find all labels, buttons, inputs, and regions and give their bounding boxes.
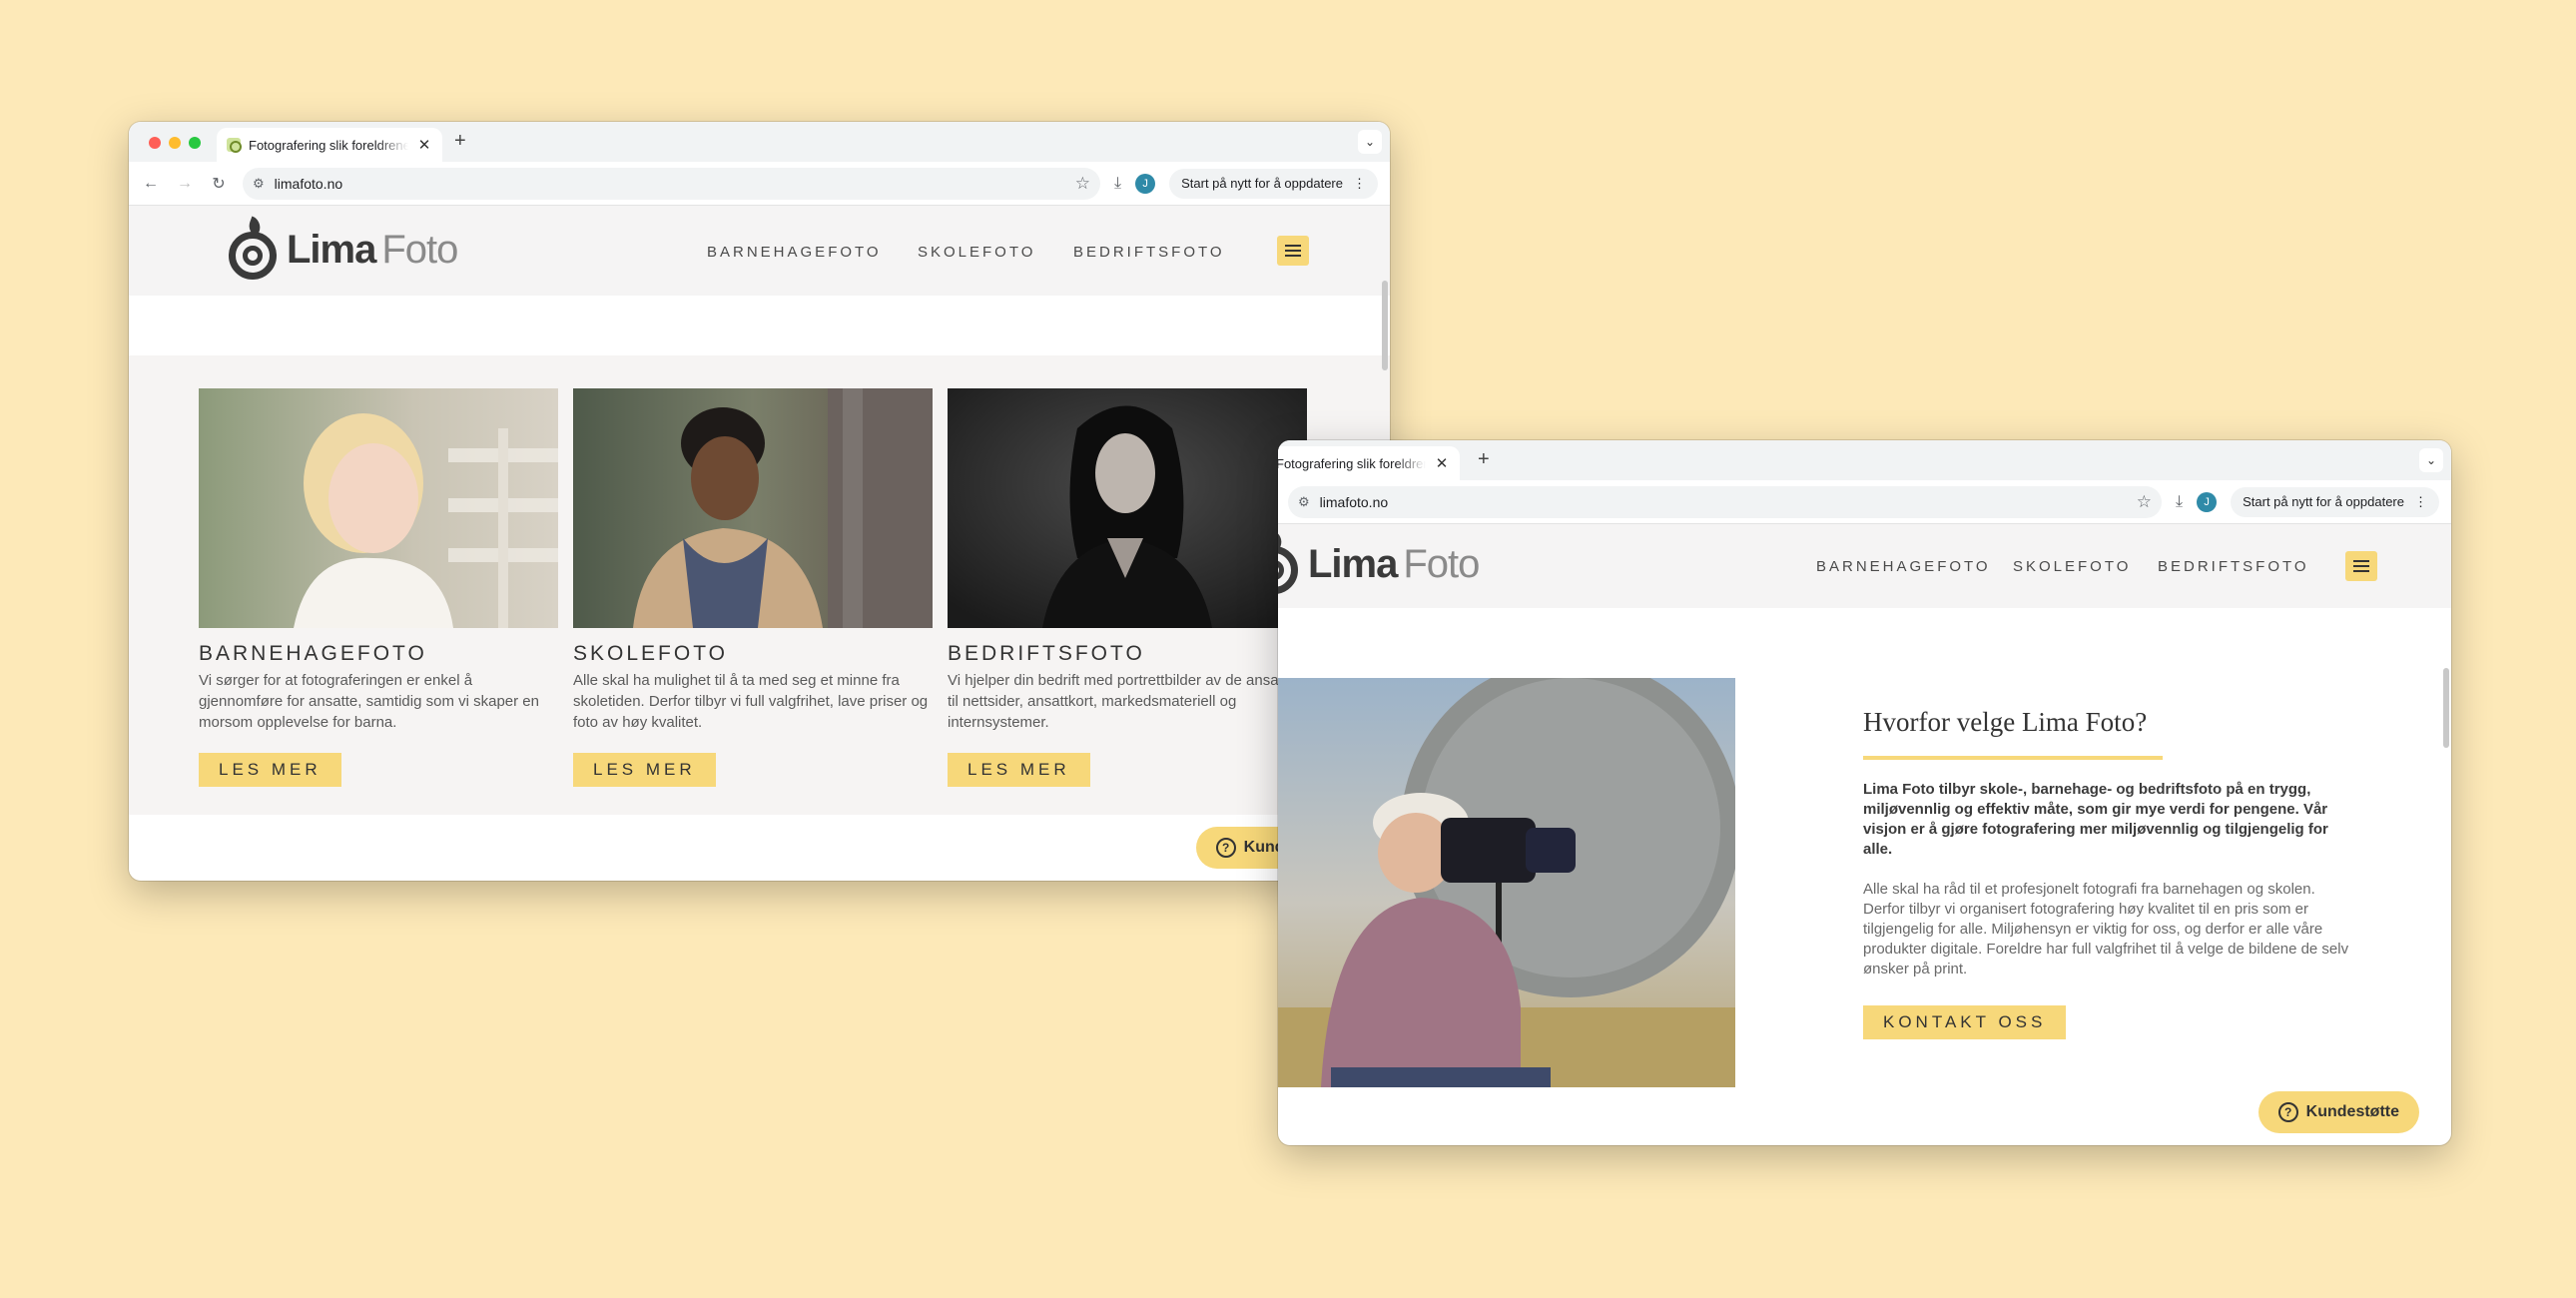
update-button[interactable]: Start på nytt for å oppdatere ⋮ (1169, 168, 1378, 199)
back-arrow-icon[interactable]: ← (141, 175, 161, 193)
nav-barnehagefoto[interactable]: BARNEHAGEFOTO (1816, 558, 1991, 575)
about-lead-text: Lima Foto tilbyr skole-, barnehage- og b… (1863, 781, 2328, 858)
logo-text-lima: Lima (1308, 541, 1398, 586)
contact-us-button[interactable]: KONTAKT OSS (1863, 1005, 2067, 1039)
about-heading: Hvorfor velge Lima Foto? (1863, 707, 2148, 737)
browser-tab[interactable]: Fotografering slik foreldrene ønsker ✕ (1278, 446, 1460, 480)
update-label: Start på nytt for å oppdatere (2243, 494, 2404, 509)
site-header: Lima Foto BARNEHAGEFOTO SKOLEFOTO BEDRIF… (129, 206, 1390, 296)
url-text[interactable]: limafoto.no (275, 176, 1065, 192)
services-section: BARNEHAGEFOTO Vi sørger for at fotografe… (129, 355, 1390, 815)
logo-text-foto: Foto (381, 227, 458, 272)
close-window-button[interactable] (149, 137, 161, 149)
page-viewport: Lima Foto BARNEHAGEFOTO SKOLEFOTO BEDRIF… (1278, 524, 2451, 1145)
profile-avatar[interactable]: J (1135, 173, 1156, 194)
logo-text-lima: Lima (287, 227, 376, 272)
forward-arrow-icon[interactable]: → (175, 175, 195, 193)
browser-toolbar: ← → ↻ ⚙ limafoto.no ☆ ⤓ J Start på nytt … (129, 162, 1390, 206)
site-logo[interactable]: Lima Foto (1278, 530, 1480, 594)
nav-skolefoto[interactable]: SKOLEFOTO (918, 244, 1035, 261)
tab-strip: Fotografering slik foreldrene ønsker ✕ +… (129, 122, 1390, 162)
tab-search-chevron-icon[interactable]: ⌄ (1358, 130, 1382, 154)
tab-title: Fotografering slik foreldrene ønsker (249, 137, 408, 153)
browser-window-front: Fotografering slik foreldrene ønsker ✕ +… (129, 122, 1390, 881)
kebab-menu-icon[interactable]: ⋮ (1353, 176, 1366, 192)
site-header: Lima Foto BARNEHAGEFOTO SKOLEFOTO BEDRIF… (1278, 524, 2451, 608)
les-mer-button[interactable]: LES MER (199, 753, 341, 787)
browser-window-back: Fotografering slik foreldrene ønsker ✕ +… (1278, 440, 2451, 1145)
support-label: Kundestøtte (2305, 1103, 2399, 1120)
tab-title: Fotografering slik foreldrene ønsker (1278, 455, 1426, 471)
nav-bedriftsfoto[interactable]: BEDRIFTSFOTO (1073, 244, 1225, 261)
nav-bedriftsfoto[interactable]: BEDRIFTSFOTO (2158, 558, 2309, 575)
about-section: Hvorfor velge Lima Foto? Lima Foto tilby… (1863, 707, 2352, 1039)
logo-mark-icon (1278, 530, 1300, 594)
address-bar[interactable]: ⚙ limafoto.no ☆ (1288, 485, 2163, 518)
close-tab-icon[interactable]: ✕ (1434, 454, 1450, 472)
window-controls (149, 137, 201, 149)
site-logo[interactable]: Lima Foto (227, 216, 458, 280)
business-portrait-photo[interactable] (948, 388, 1307, 628)
zoom-window-button[interactable] (189, 137, 201, 149)
page-scrollbar[interactable] (2443, 668, 2449, 748)
page-scrollbar[interactable] (1382, 281, 1388, 370)
help-icon: ? (2277, 1102, 2298, 1122)
heading-underline (1863, 756, 2163, 760)
help-icon: ? (1215, 838, 1236, 858)
support-button[interactable]: ? Kundestøtte (2257, 1091, 2419, 1133)
les-mer-button[interactable]: LES MER (948, 753, 1090, 787)
star-icon[interactable]: ☆ (2137, 492, 2152, 512)
kebab-menu-icon[interactable]: ⋮ (2414, 494, 2427, 510)
profile-avatar[interactable]: J (2197, 491, 2218, 512)
update-button[interactable]: Start på nytt for å oppdatere ⋮ (2231, 486, 2439, 517)
new-tab-icon[interactable]: + (1478, 448, 1490, 471)
child-portrait-photo[interactable] (199, 388, 558, 628)
address-bar[interactable]: ⚙ limafoto.no ☆ (243, 167, 1101, 200)
logo-text-foto: Foto (1403, 541, 1480, 586)
nav-skolefoto[interactable]: SKOLEFOTO (2013, 558, 2131, 575)
les-mer-button[interactable]: LES MER (573, 753, 716, 787)
minimize-window-button[interactable] (169, 137, 181, 149)
card-title: BEDRIFTSFOTO (948, 642, 1145, 665)
card-text: Alle skal ha mulighet til å ta med seg e… (573, 672, 929, 731)
photographer-photo[interactable] (1278, 678, 1735, 1087)
nav-barnehagefoto[interactable]: BARNEHAGEFOTO (707, 244, 882, 261)
card-text: Vi hjelper din bedrift med portrettbilde… (948, 672, 1296, 731)
card-title: SKOLEFOTO (573, 642, 728, 665)
star-icon[interactable]: ☆ (1075, 174, 1090, 194)
hamburger-menu-icon[interactable] (2345, 551, 2377, 581)
page-viewport: Lima Foto BARNEHAGEFOTO SKOLEFOTO BEDRIF… (129, 206, 1390, 881)
reload-icon[interactable]: ↻ (209, 174, 229, 194)
favicon-icon (227, 138, 242, 153)
hamburger-menu-icon[interactable] (1277, 236, 1309, 266)
logo-mark-icon (227, 216, 279, 280)
service-card-skole: SKOLEFOTO Alle skal ha mulighet til å ta… (573, 388, 933, 787)
new-tab-icon[interactable]: + (454, 130, 466, 153)
site-settings-icon[interactable]: ⚙ (1298, 494, 1310, 510)
tab-search-chevron-icon[interactable]: ⌄ (2419, 448, 2443, 472)
browser-tab[interactable]: Fotografering slik foreldrene ønsker ✕ (217, 128, 442, 162)
site-settings-icon[interactable]: ⚙ (253, 176, 265, 192)
download-icon[interactable]: ⤓ (1114, 175, 1121, 193)
about-body-text: Alle skal ha råd til et profesjonelt fot… (1863, 881, 2349, 977)
student-portrait-photo[interactable] (573, 388, 933, 628)
close-tab-icon[interactable]: ✕ (416, 136, 432, 154)
browser-toolbar: ⚙ limafoto.no ☆ ⤓ J Start på nytt for å … (1278, 480, 2451, 524)
download-icon[interactable]: ⤓ (2176, 493, 2183, 511)
card-text: Vi sørger for at fotograferingen er enke… (199, 672, 539, 731)
tab-strip: Fotografering slik foreldrene ønsker ✕ +… (1278, 440, 2451, 480)
service-card-barnehage: BARNEHAGEFOTO Vi sørger for at fotografe… (199, 388, 558, 787)
update-label: Start på nytt for å oppdatere (1181, 176, 1343, 191)
service-card-bedrift: BEDRIFTSFOTO Vi hjelper din bedrift med … (948, 388, 1307, 787)
card-title: BARNEHAGEFOTO (199, 642, 427, 665)
url-text[interactable]: limafoto.no (1320, 494, 2127, 510)
